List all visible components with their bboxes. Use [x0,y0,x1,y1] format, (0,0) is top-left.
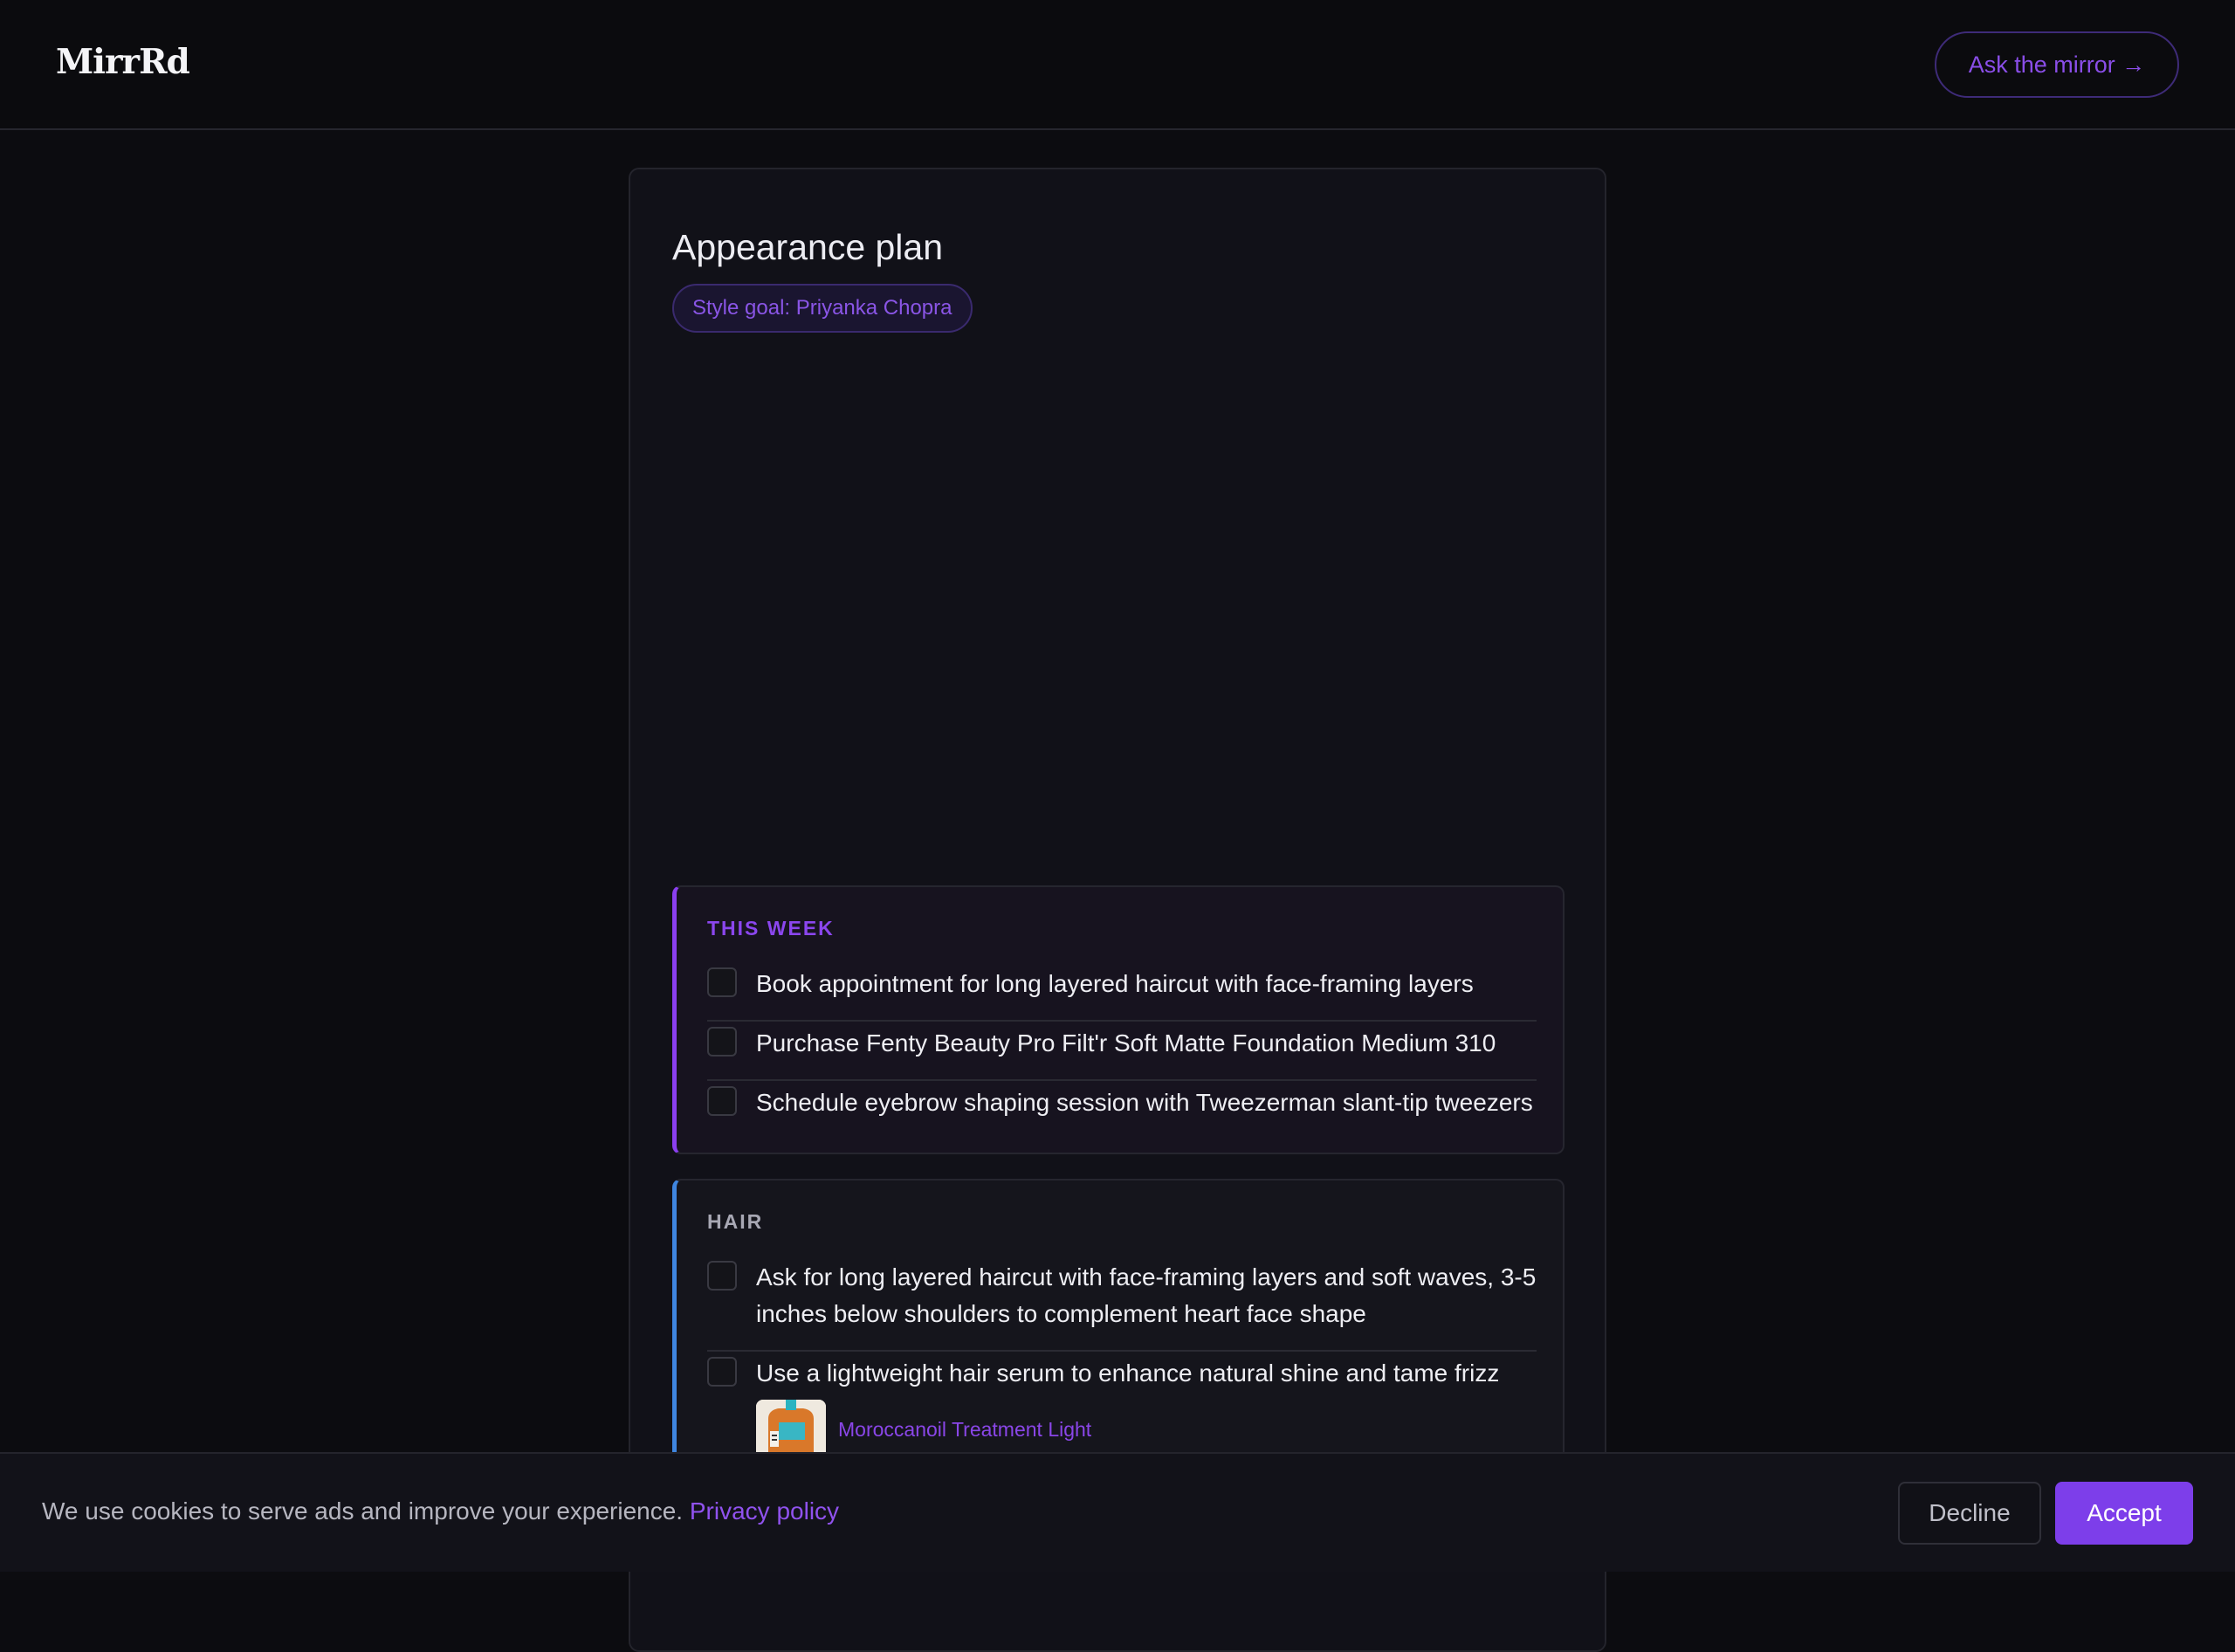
top-navigation-bar: MirrRd Ask the mirror → [0,0,2235,130]
cookie-banner: We use cookies to serve ads and improve … [0,1452,2235,1572]
task-text: Use a lightweight hair serum to enhance … [756,1359,1500,1387]
task-checkbox[interactable] [707,1027,737,1057]
task-text: Schedule eyebrow shaping session with Tw… [756,1089,1533,1116]
task-checkbox[interactable] [707,967,737,997]
section-label-hair: HAIR [707,1210,764,1233]
task-text: Purchase Fenty Beauty Pro Filt'r Soft Ma… [756,1029,1496,1057]
section-label-this-week: THIS WEEK [707,917,835,940]
privacy-policy-link[interactable]: Privacy policy [690,1497,839,1525]
task-divider [707,1350,1537,1352]
ask-the-mirror-button[interactable]: Ask the mirror → [1935,31,2179,98]
app-logo[interactable]: MirrRd [56,42,190,82]
product-link[interactable]: Moroccanoil Treatment Light [838,1418,1091,1442]
task-checkbox[interactable] [707,1357,737,1387]
task-divider [707,1079,1537,1081]
this-week-section: THIS WEEK Book appointment for long laye… [672,885,1564,1154]
task-divider [707,1020,1537,1022]
accept-button[interactable]: Accept [2055,1482,2193,1545]
task-text: Book appointment for long layered haircu… [756,970,1474,997]
decline-button[interactable]: Decline [1898,1482,2041,1545]
cookie-message-text: We use cookies to serve ads and improve … [42,1497,684,1525]
task-checkbox[interactable] [707,1086,737,1116]
style-goal-badge: Style goal: Priyanka Chopra [672,284,973,333]
task-text: Ask for long layered haircut with face-f… [756,1263,1537,1327]
cookie-message: We use cookies to serve ads and improve … [42,1497,839,1525]
task-checkbox[interactable] [707,1261,737,1291]
product-bottle-icon [756,1400,826,1454]
page-title: Appearance plan [672,227,944,267]
appearance-plan-card: Appearance plan Style goal: Priyanka Cho… [629,168,1606,1652]
